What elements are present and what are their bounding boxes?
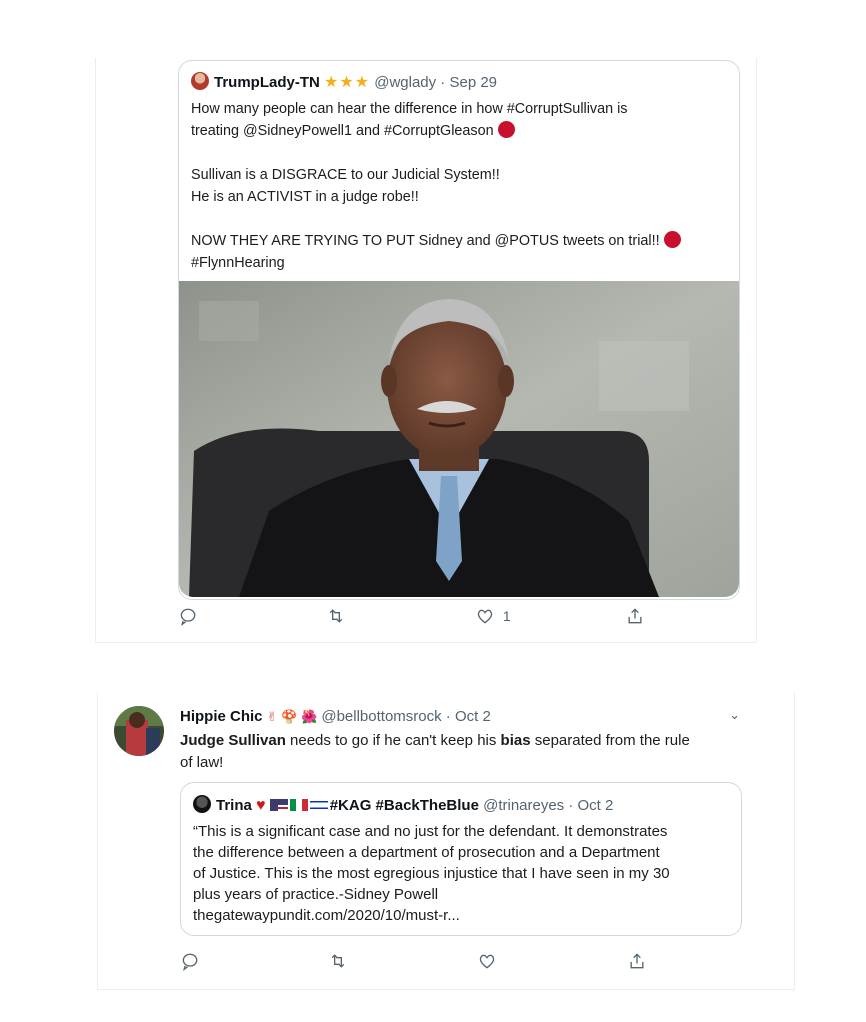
quoted-author-name: Trina [216, 797, 252, 814]
avatar-small[interactable] [191, 72, 209, 90]
tweet-line: Sullivan is a DISGRACE to our Judicial S… [191, 167, 500, 183]
share-icon[interactable] [625, 606, 645, 626]
quoted-header: Trina ♥ #KAG #BackTheBlue @trinareyes · … [193, 795, 613, 815]
tweet-photo[interactable] [179, 281, 739, 597]
body-bold: Judge Sullivan [180, 732, 286, 749]
retweet-icon[interactable] [326, 606, 346, 626]
like-count: 1 [502, 608, 511, 624]
author-handle-date[interactable]: @wglady · Sep 29 [374, 74, 497, 91]
share-icon[interactable] [627, 951, 647, 971]
like-icon[interactable]: 1 [475, 606, 511, 626]
tweet-body: Judge Sullivan needs to go if he can't k… [180, 730, 750, 774]
tweet-actions: 1 [178, 606, 658, 630]
chevron-down-icon[interactable]: ⌄ [729, 707, 740, 723]
quoted-line: of Justice. This is the most egregious i… [193, 865, 670, 882]
tweet-header: TrumpLady-TN ★★★ @wglady · Sep 29 [191, 72, 497, 92]
quoted-line: the difference between a department of p… [193, 844, 660, 861]
us-flag-icon [269, 799, 288, 811]
like-icon[interactable] [477, 951, 497, 971]
tweet-line: How many people can hear the difference … [191, 101, 628, 117]
quoted-line: “This is a significant case and no just … [193, 823, 668, 840]
quoted-link[interactable]: thegatewaypundit.com/2020/10/must-r... [193, 905, 728, 926]
body-text: separated from the rule [530, 732, 690, 749]
hashtag-link[interactable]: #FlynnHearing [191, 255, 285, 271]
body-text: of law! [180, 754, 224, 771]
author-handle-date[interactable]: @bellbottomsrock · Oct 2 [321, 708, 490, 725]
tweet-line: He is an ACTIVIST in a judge robe!! [191, 189, 419, 205]
quoted-tweet-1[interactable]: TrumpLady-TN ★★★ @wglady · Sep 29 How ma… [178, 60, 740, 600]
tweet-line: treating @SidneyPowell1 and #CorruptGlea… [191, 123, 494, 139]
author-name[interactable]: TrumpLady-TN [214, 74, 320, 91]
body-bold: bias [500, 732, 531, 749]
quoted-handle-date: @trinareyes · Oct 2 [483, 797, 614, 814]
angry-face-icon [497, 121, 515, 138]
star-emojis: ★★★ [324, 74, 371, 91]
italy-flag-icon [289, 799, 308, 811]
tweet-actions [180, 951, 660, 975]
israel-flag-icon [309, 799, 328, 811]
retweet-icon[interactable] [328, 951, 348, 971]
quoted-hashtags: #KAG #BackTheBlue [329, 797, 479, 814]
avatar[interactable] [114, 706, 164, 756]
reply-icon[interactable] [178, 606, 198, 626]
angry-face-icon [663, 231, 681, 248]
quoted-line: plus years of practice.-Sidney Powell [193, 886, 439, 903]
body-text: needs to go if he can't keep his [285, 732, 501, 749]
avatar-small [193, 795, 211, 813]
reply-icon[interactable] [180, 951, 200, 971]
tweet-body: How many people can hear the difference … [191, 98, 731, 274]
quoted-body: “This is a significant case and no just … [193, 821, 728, 926]
tweet-card-2: Hippie Chic ✌ 🍄 🌺 @bellbottomsrock · Oct… [97, 693, 795, 990]
heart-emoji-icon: ♥ [256, 797, 266, 814]
name-emojis: ✌ 🍄 🌺 [266, 709, 318, 724]
tweet-header: Hippie Chic ✌ 🍄 🌺 @bellbottomsrock · Oct… [180, 708, 491, 725]
author-name[interactable]: Hippie Chic [180, 708, 263, 725]
tweet-line: NOW THEY ARE TRYING TO PUT Sidney and @P… [191, 233, 660, 249]
tweet-card-1: TrumpLady-TN ★★★ @wglady · Sep 29 How ma… [95, 58, 757, 643]
quoted-tweet-2[interactable]: Trina ♥ #KAG #BackTheBlue @trinareyes · … [180, 782, 742, 936]
